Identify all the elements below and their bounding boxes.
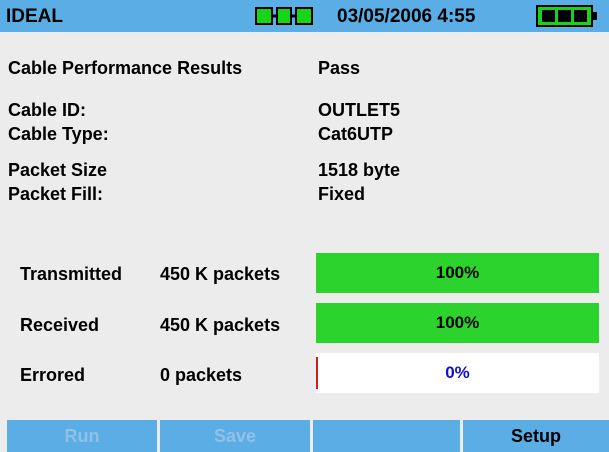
packet-fill-value: Fixed — [318, 184, 366, 204]
transmitted-progress-bar: 100% — [316, 253, 599, 293]
received-progress-bar: 100% — [316, 303, 599, 343]
save-button[interactable]: Save — [160, 420, 310, 452]
packet-fill-label: Packet Fill: — [8, 184, 104, 204]
results-panel: Cable Performance Results Pass Cable ID:… — [0, 32, 609, 420]
date-time: 03/05/2006 4:55 — [337, 6, 476, 27]
results-status: Pass — [318, 58, 361, 78]
errored-percent: 0% — [445, 363, 470, 382]
status-bar: IDEAL 03/05/2006 4:55 — [0, 0, 609, 32]
errored-count: 0 packets — [160, 365, 243, 385]
link-status-icon — [255, 7, 313, 25]
received-label: Received — [20, 315, 100, 335]
softkey-blank[interactable] — [313, 420, 460, 452]
brand-title: IDEAL — [6, 6, 63, 27]
cable-type-label: Cable Type: — [8, 124, 109, 144]
transmitted-label: Transmitted — [20, 264, 123, 284]
transmitted-percent: 100% — [435, 263, 480, 282]
transmitted-count: 450 K packets — [160, 264, 281, 284]
softkey-bar: Run Save Setup — [0, 420, 609, 452]
received-percent: 100% — [435, 313, 480, 332]
run-button[interactable]: Run — [7, 420, 157, 452]
setup-button[interactable]: Setup — [463, 420, 609, 452]
results-heading: Cable Performance Results — [8, 58, 243, 78]
battery-icon — [536, 5, 597, 27]
cable-test-screen: IDEAL 03/05/2006 4:55 Cable Performance … — [0, 0, 609, 452]
errored-label: Errored — [20, 365, 86, 385]
packet-size-value: 1518 byte — [318, 160, 401, 180]
cable-type-value: Cat6UTP — [318, 124, 394, 144]
cable-id-label: Cable ID: — [8, 100, 87, 120]
packet-size-label: Packet Size — [8, 160, 108, 180]
received-count: 450 K packets — [160, 315, 281, 335]
cable-id-value: OUTLET5 — [318, 100, 401, 120]
errored-progress-bar: 0% — [316, 353, 599, 393]
